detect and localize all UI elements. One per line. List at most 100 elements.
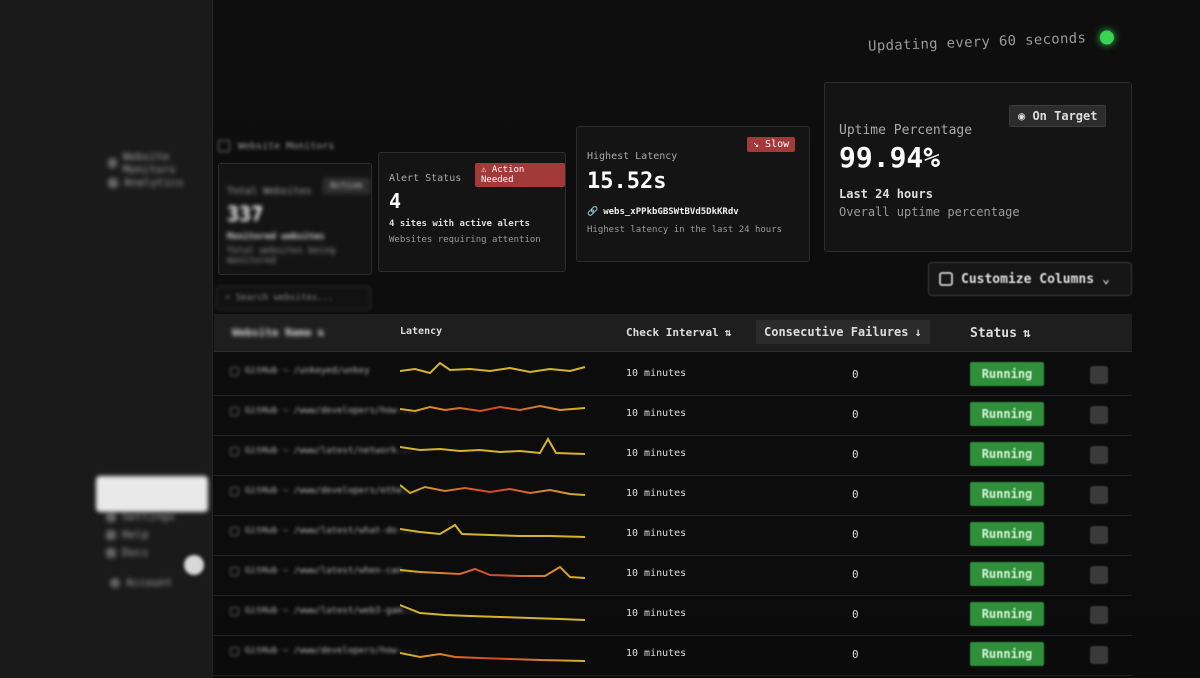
slow-badge: ↘ Slow xyxy=(747,137,796,152)
card-description: Highest latency in the last 24 hours xyxy=(587,225,783,235)
row-actions-icon[interactable] xyxy=(1090,646,1108,664)
check-interval: 10 minutes xyxy=(626,488,687,499)
column-header-interval[interactable]: Check Interval ⇅ xyxy=(626,326,731,339)
row-actions-icon[interactable] xyxy=(1090,486,1108,504)
bell-icon: ⚠ xyxy=(481,165,492,175)
checkbox[interactable] xyxy=(230,366,239,376)
page-title: Website Monitors xyxy=(238,140,335,152)
website-name[interactable]: GitHub — /www/latest/network... xyxy=(230,446,413,456)
consecutive-failures: 0 xyxy=(852,528,859,541)
card-value: 15.52s xyxy=(587,169,667,194)
status-badge[interactable]: Running xyxy=(970,602,1044,626)
checkbox[interactable] xyxy=(230,566,239,576)
help-icon xyxy=(106,529,116,540)
row-actions-icon[interactable] xyxy=(1090,566,1108,584)
check-interval: 10 minutes xyxy=(626,368,687,379)
sidebar-item-monitors[interactable]: Website Monitors xyxy=(108,150,215,176)
consecutive-failures: 0 xyxy=(852,568,859,581)
card-title: Total Websites xyxy=(227,186,312,197)
total-websites-card: Total Websites 337 Monitored websites To… xyxy=(218,163,372,275)
monitor-icon xyxy=(108,158,117,168)
table-row[interactable]: GitHub — /www/latest/web3-gam... 10 minut… xyxy=(214,592,1132,636)
website-name[interactable]: GitHub — /www/latest/what-do-... xyxy=(230,526,418,536)
latency-sparkline xyxy=(400,604,586,621)
checkbox[interactable] xyxy=(230,606,239,616)
search-icon: ⌕ xyxy=(225,293,236,303)
sidebar-toggle-icon[interactable] xyxy=(218,140,230,152)
consecutive-failures: 0 xyxy=(852,488,859,501)
table-row[interactable]: GitHub — /www/latest/when-can-... 10 minu… xyxy=(214,552,1132,596)
sidebar-item-help[interactable]: Help xyxy=(106,528,149,541)
card-subtitle: Last 24 hours xyxy=(839,187,933,201)
check-interval: 10 minutes xyxy=(626,408,687,419)
checkbox[interactable] xyxy=(230,406,239,416)
row-actions-icon[interactable] xyxy=(1090,526,1108,544)
live-status-icon xyxy=(1099,30,1115,45)
check-interval: 10 minutes xyxy=(626,528,687,539)
website-name[interactable]: GitHub — /unkeyed/unkey xyxy=(230,366,370,376)
consecutive-failures: 0 xyxy=(852,368,859,381)
latency-sparkline xyxy=(400,361,586,375)
search-input[interactable]: ⌕ Search websites... xyxy=(216,286,371,310)
status-badge[interactable]: Running xyxy=(970,482,1044,506)
column-header-latency[interactable]: Latency xyxy=(400,326,442,337)
status-badge[interactable]: Running xyxy=(970,562,1044,586)
website-id-link[interactable]: 🔗 webs_xPPkbGBSWtBVd5DkKRdv xyxy=(587,207,739,217)
link-icon: 🔗 xyxy=(587,207,599,217)
customize-columns-button[interactable]: Customize Columns ⌄ xyxy=(928,262,1132,296)
latency-sparkline xyxy=(400,436,586,455)
status-badge[interactable]: Running xyxy=(970,442,1044,466)
check-interval: 10 minutes xyxy=(626,608,687,619)
checkbox[interactable] xyxy=(230,486,239,496)
breadcrumb: Website Monitors xyxy=(218,140,334,152)
card-subtitle: Monitored websites xyxy=(227,232,325,242)
checkbox[interactable] xyxy=(230,646,239,656)
target-icon: ◉ xyxy=(1018,109,1033,123)
card-title: Highest Latency xyxy=(587,151,678,162)
card-description: Overall uptime percentage xyxy=(839,205,1020,219)
theme-toggle[interactable] xyxy=(184,555,204,575)
row-actions-icon[interactable] xyxy=(1090,446,1108,464)
table-row[interactable]: GitHub — /unkeyed/unkey 10 minutes 0 Runnin… xyxy=(214,352,1132,396)
table-row[interactable]: GitHub — /www/developers/how-... 10 minut… xyxy=(214,392,1132,436)
arrow-down-icon: ↓ xyxy=(914,325,922,339)
avatar xyxy=(110,577,120,588)
website-name[interactable]: GitHub — /www/developers/ethe... xyxy=(230,486,418,496)
sidebar-item-analytics[interactable]: Analytics xyxy=(108,176,184,189)
action-needed-badge: ⚠ Action Needed xyxy=(475,163,565,187)
sort-icon: ⇅ xyxy=(1022,326,1031,341)
checkbox[interactable] xyxy=(230,446,239,456)
status-badge[interactable]: Running xyxy=(970,642,1044,666)
website-name[interactable]: GitHub — /www/developers/how-... xyxy=(230,406,418,416)
user-menu[interactable]: Account xyxy=(110,576,172,589)
table-row[interactable]: GitHub — /www/developers/how-... 10 minut… xyxy=(214,632,1132,676)
status-badge[interactable]: Running xyxy=(970,522,1044,546)
table-row[interactable]: GitHub — /www/latest/what-do-... 10 minut… xyxy=(214,512,1132,556)
website-name[interactable]: GitHub — /www/latest/when-can-... xyxy=(230,566,424,576)
highest-latency-card: Highest Latency ↘ Slow 15.52s 🔗 webs_xPP… xyxy=(576,126,810,262)
sidebar-item-active[interactable] xyxy=(96,476,208,512)
gear-icon xyxy=(106,511,116,522)
row-actions-icon[interactable] xyxy=(1090,366,1108,384)
status-badge[interactable]: Running xyxy=(970,402,1044,426)
table-row[interactable]: GitHub — /www/latest/network... 10 minute… xyxy=(214,432,1132,476)
checkbox[interactable] xyxy=(230,526,239,536)
consecutive-failures: 0 xyxy=(852,408,859,421)
sort-icon: ⇅ xyxy=(317,326,325,339)
row-actions-icon[interactable] xyxy=(1090,406,1108,424)
trend-down-icon: ↘ xyxy=(753,139,766,150)
card-value: 4 xyxy=(389,189,402,213)
alert-status-card: Alert Status ⚠ Action Needed 4 4 sites w… xyxy=(378,152,566,272)
sidebar-item-docs[interactable]: Docs xyxy=(106,546,149,559)
card-description: Websites requiring attention xyxy=(389,235,541,245)
column-header-status[interactable]: Status ⇅ xyxy=(970,326,1031,341)
website-name[interactable]: GitHub — /www/developers/how-... xyxy=(230,646,418,656)
website-name[interactable]: GitHub — /www/latest/web3-gam... xyxy=(230,606,418,616)
card-value: 99.94% xyxy=(839,141,941,174)
row-actions-icon[interactable] xyxy=(1090,606,1108,624)
sort-icon: ⇅ xyxy=(724,326,732,339)
status-badge[interactable]: Running xyxy=(970,362,1044,386)
table-row[interactable]: GitHub — /www/developers/ethe... 10 minut… xyxy=(214,472,1132,516)
column-header-failures[interactable]: Consecutive Failures ↓ xyxy=(756,320,930,344)
column-header-website[interactable]: Website Name ⇅ xyxy=(232,326,324,339)
